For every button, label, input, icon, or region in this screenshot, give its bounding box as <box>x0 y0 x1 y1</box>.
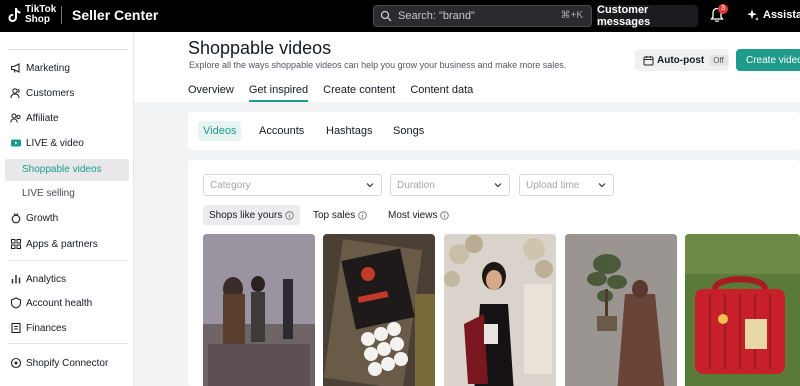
live-video-icon <box>10 137 22 149</box>
sidebar-item-label: Affiliate <box>26 112 59 124</box>
video-thumbnail[interactable] <box>323 234 435 386</box>
sort-pill-label: Shops like yours <box>209 209 283 221</box>
sort-pill-label: Top sales <box>313 209 356 221</box>
sidebar-item-label: Apps & partners <box>26 238 98 250</box>
search-shortcut-hint: ⌘+K <box>560 10 583 21</box>
tab-create-content[interactable]: Create content <box>323 84 395 102</box>
chevron-down-icon <box>598 183 606 188</box>
sidebar-item-label: Analytics <box>26 273 67 285</box>
auto-post-button[interactable]: Auto-post Off <box>635 49 729 71</box>
sidebar-item-label: Shopify Connector <box>26 357 109 369</box>
top-navigation-bar: TikTok Shop Seller Center ⌘+K Customer m… <box>0 0 800 32</box>
search-input[interactable] <box>398 10 548 22</box>
sidebar-item-growth[interactable]: Growth <box>10 209 58 227</box>
sidebar-item-label: Account health <box>26 297 93 309</box>
tab-get-inspired[interactable]: Get inspired <box>248 84 309 102</box>
page-tabs: Overview Get inspired Create content Con… <box>188 84 488 102</box>
sidebar-item-affiliate[interactable]: Affiliate <box>10 109 59 127</box>
subtab-videos[interactable]: Videos <box>198 121 242 141</box>
chevron-down-icon <box>366 183 374 188</box>
finances-icon <box>10 322 22 334</box>
sidebar-item-customers[interactable]: Customers <box>10 84 74 102</box>
assistant-label: Assistant <box>763 9 800 21</box>
video-thumbnail[interactable] <box>203 234 315 386</box>
notification-count-badge: 3 <box>718 4 728 14</box>
auto-post-status-badge: Off <box>709 54 728 66</box>
tab-overview[interactable]: Overview <box>188 84 234 102</box>
customers-icon <box>10 87 22 99</box>
sidebar-divider <box>8 260 128 261</box>
sparkle-icon <box>747 9 759 21</box>
calendar-icon <box>643 55 654 65</box>
page-title: Shoppable videos <box>188 38 332 58</box>
sidebar-item-label: Growth <box>26 212 59 224</box>
global-search[interactable]: ⌘+K <box>373 5 592 27</box>
sidebar-divider <box>8 49 128 50</box>
tiktok-note-icon <box>8 7 22 23</box>
logo-text: TikTok Shop <box>25 4 57 25</box>
tab-content-data[interactable]: Content data <box>410 84 473 102</box>
category-dropdown-placeholder: Category <box>210 179 251 191</box>
sort-most-views[interactable]: Most views <box>388 205 450 225</box>
sidebar-divider <box>8 343 128 344</box>
video-thumbnail[interactable] <box>444 234 556 386</box>
info-icon <box>358 210 367 220</box>
megaphone-icon <box>10 62 22 74</box>
video-thumbnail[interactable] <box>685 234 800 386</box>
create-video-button[interactable]: Create video <box>736 49 800 71</box>
duration-dropdown-placeholder: Duration <box>397 179 435 191</box>
apps-icon <box>10 238 22 250</box>
sidebar-item-live-video[interactable]: LIVE & video <box>10 134 84 152</box>
sidebar-item-account-health[interactable]: Account health <box>10 294 92 312</box>
growth-icon <box>10 212 22 224</box>
category-dropdown[interactable]: Category <box>203 174 382 196</box>
tiktok-shop-logo[interactable]: TikTok Shop Seller Center <box>8 5 158 25</box>
app-title: Seller Center <box>72 7 159 23</box>
sidebar-item-label: Marketing <box>26 62 70 74</box>
sidebar-item-finances[interactable]: Finances <box>10 319 67 337</box>
account-health-icon <box>10 297 22 309</box>
assistant-button[interactable]: Assistant <box>746 8 800 22</box>
sidebar-item-label: Finances <box>26 322 67 334</box>
sidebar-subitem-label: Shoppable videos <box>22 164 102 175</box>
notifications-button[interactable]: 3 <box>710 4 728 25</box>
upload-time-dropdown[interactable]: Upload time <box>519 174 614 196</box>
sidebar-item-live-selling[interactable]: LIVE selling <box>22 188 75 199</box>
analytics-icon <box>10 273 22 285</box>
sidebar-item-marketing[interactable]: Marketing <box>10 59 70 77</box>
customer-messages-button[interactable]: Customer messages <box>597 4 698 28</box>
sidebar-item-analytics[interactable]: Analytics <box>10 270 66 288</box>
sort-top-sales[interactable]: Top sales <box>313 205 367 225</box>
subtab-hashtags[interactable]: Hashtags <box>326 121 372 141</box>
logo-divider <box>61 6 62 24</box>
sidebar-item-shopify-connector[interactable]: Shopify Connector <box>10 354 108 372</box>
info-icon <box>285 210 295 220</box>
info-icon <box>440 210 450 220</box>
page-header: Shoppable videos Explore all the ways sh… <box>134 32 800 102</box>
sort-shops-like-yours[interactable]: Shops like yours <box>203 205 301 225</box>
chevron-down-icon <box>494 183 502 188</box>
affiliate-icon <box>10 112 22 124</box>
content-type-tabs: Videos Accounts Hashtags Songs <box>188 112 800 150</box>
videos-panel: Category Duration Upload time Shops like… <box>188 160 800 386</box>
auto-post-label: Auto-post <box>657 54 705 66</box>
sidebar-item-apps-partners[interactable]: Apps & partners <box>10 235 98 253</box>
sort-pill-label: Most views <box>388 209 438 221</box>
sidebar-item-label: Customers <box>26 87 75 99</box>
subtab-accounts[interactable]: Accounts <box>259 121 304 141</box>
sidebar-item-label: LIVE & video <box>26 137 84 149</box>
main-content: Shoppable videos Explore all the ways sh… <box>134 32 800 386</box>
video-thumbnail[interactable] <box>565 234 677 386</box>
subtab-songs[interactable]: Songs <box>393 121 424 141</box>
sidebar: Marketing Customers Affiliate LIVE & vid… <box>0 32 134 386</box>
shopify-connector-icon <box>10 357 22 369</box>
search-icon <box>380 10 392 22</box>
page-subtitle: Explore all the ways shoppable videos ca… <box>189 60 567 70</box>
upload-time-dropdown-placeholder: Upload time <box>526 179 580 191</box>
duration-dropdown[interactable]: Duration <box>390 174 510 196</box>
